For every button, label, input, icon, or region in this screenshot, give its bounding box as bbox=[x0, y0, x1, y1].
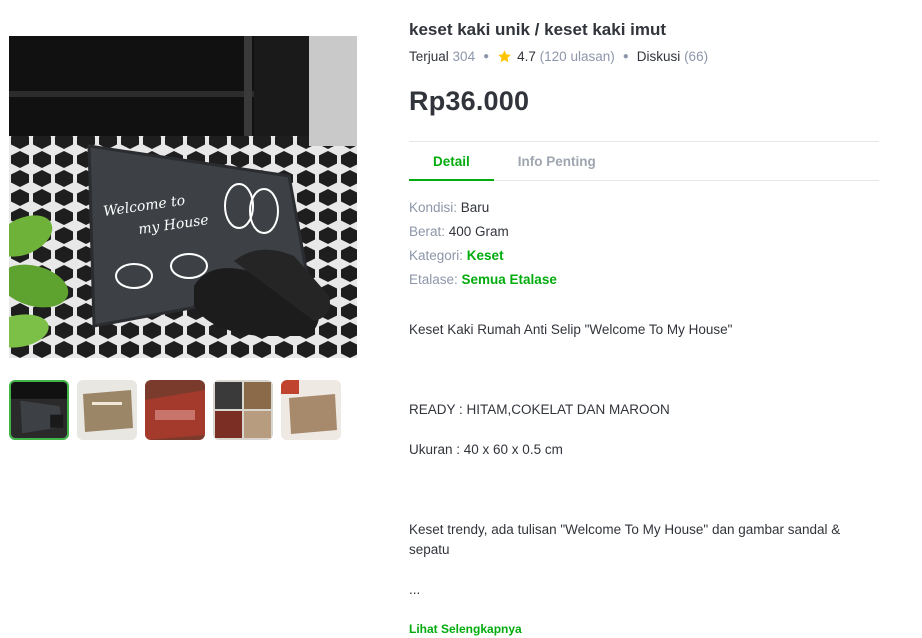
spec-condition: Kondisi: Baru bbox=[409, 196, 879, 220]
main-product-image[interactable]: Welcome to my House bbox=[9, 36, 357, 358]
spec-showcase-label: Etalase: bbox=[409, 272, 462, 287]
sold-count: 304 bbox=[452, 49, 476, 64]
product-description: Keset Kaki Rumah Anti Selip "Welcome To … bbox=[409, 300, 879, 620]
discussion-label[interactable]: Diskusi bbox=[637, 49, 681, 64]
product-gallery: Welcome to my House bbox=[9, 36, 357, 358]
product-tabs: Detail Info Penting bbox=[409, 141, 879, 181]
description-line: READY : HITAM,COKELAT DAN MAROON bbox=[409, 402, 670, 417]
thumbnail-list bbox=[9, 380, 341, 440]
spec-category: Kategori: Keset bbox=[409, 244, 879, 268]
spec-weight-label: Berat: bbox=[409, 224, 449, 239]
description-line: Keset Kaki Rumah Anti Selip "Welcome To … bbox=[409, 322, 733, 337]
spec-condition-label: Kondisi: bbox=[409, 200, 461, 215]
description-line: Ukuran : 40 x 60 x 0.5 cm bbox=[409, 442, 563, 457]
tab-info-penting[interactable]: Info Penting bbox=[494, 142, 620, 180]
separator-dot: ● bbox=[483, 51, 490, 62]
review-count[interactable]: (120 ulasan) bbox=[540, 49, 615, 64]
spec-weight-value: 400 Gram bbox=[448, 224, 509, 239]
spec-condition-value: Baru bbox=[460, 200, 490, 215]
separator-dot: ● bbox=[622, 51, 629, 62]
tab-detail[interactable]: Detail bbox=[409, 142, 494, 181]
thumbnail-2[interactable] bbox=[77, 380, 137, 440]
see-more-link[interactable]: Lihat Selengkapnya bbox=[409, 622, 522, 636]
sold-label: Terjual bbox=[409, 49, 449, 64]
product-specs: Kondisi: Baru Berat: 400 Gram Kategori: … bbox=[409, 196, 879, 292]
thumbnail-1[interactable] bbox=[9, 380, 69, 440]
product-price: Rp36.000 bbox=[409, 86, 530, 116]
thumbnail-4[interactable] bbox=[213, 380, 273, 440]
star-icon bbox=[498, 50, 511, 63]
spec-showcase: Etalase: Semua Etalase bbox=[409, 268, 879, 292]
product-meta: Terjual 304 ● 4.7 (120 ulasan) ● Diskusi… bbox=[409, 49, 879, 64]
description-line: Keset trendy, ada tulisan "Welcome To My… bbox=[409, 522, 841, 557]
product-title: keset kaki unik / keset kaki imut bbox=[409, 20, 667, 39]
spec-category-link[interactable]: Keset bbox=[467, 248, 504, 263]
product-info: keset kaki unik / keset kaki imut Terjua… bbox=[409, 14, 879, 638]
thumbnail-3[interactable] bbox=[145, 380, 205, 440]
rating-value: 4.7 bbox=[517, 49, 536, 64]
thumbnail-5[interactable] bbox=[281, 380, 341, 440]
spec-category-label: Kategori: bbox=[409, 248, 467, 263]
spec-weight: Berat: 400 Gram bbox=[409, 220, 879, 244]
description-ellipsis: ... bbox=[409, 582, 421, 597]
discussion-count[interactable]: (66) bbox=[684, 49, 708, 64]
spec-showcase-link[interactable]: Semua Etalase bbox=[462, 272, 557, 287]
